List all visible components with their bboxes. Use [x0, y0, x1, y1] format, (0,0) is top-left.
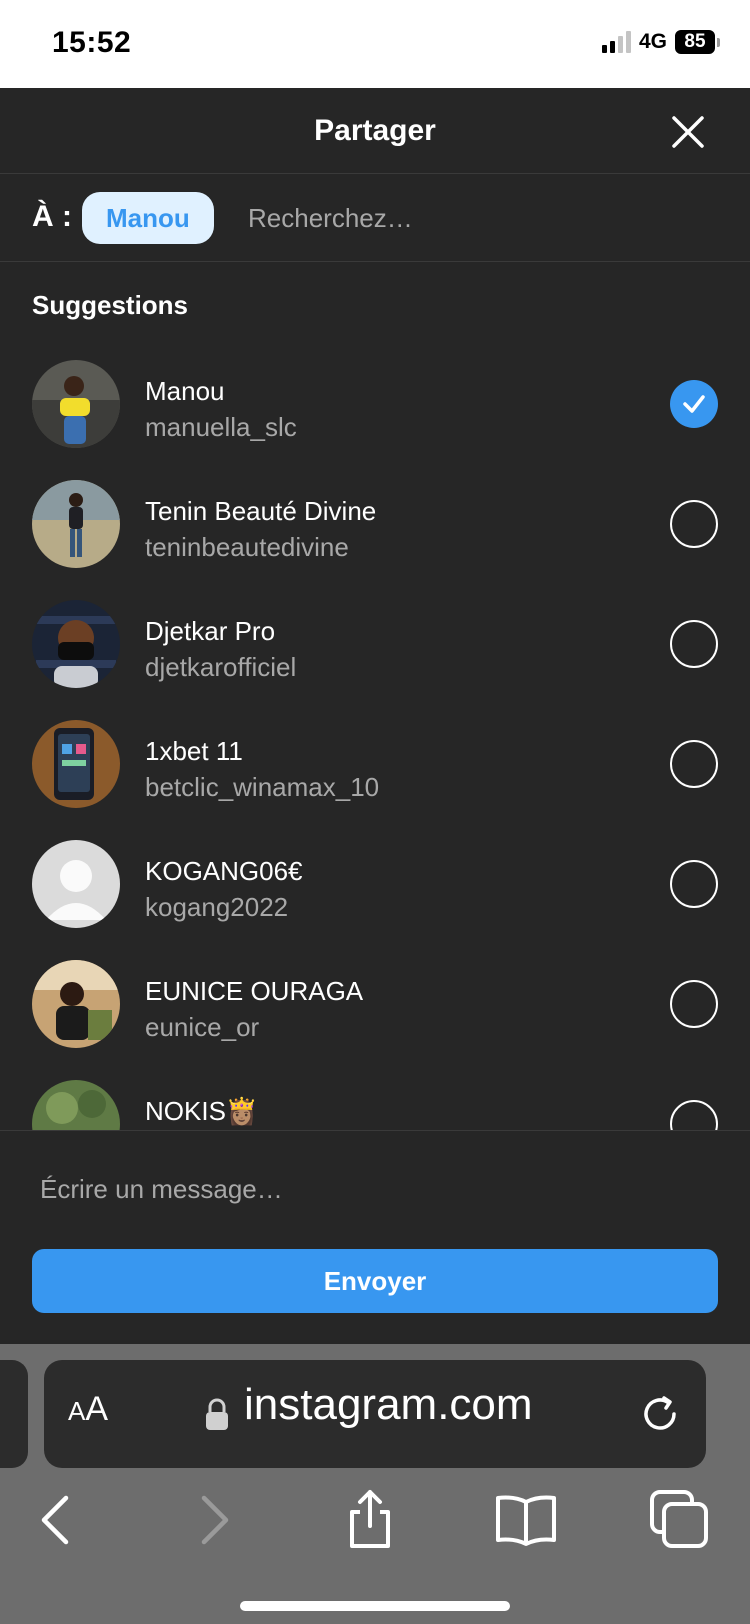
list-item[interactable]: 1xbet 11 betclic_winamax_10 [0, 710, 750, 830]
list-item[interactable]: NOKIS👸🏽 [0, 1070, 750, 1130]
home-indicator [240, 1601, 510, 1611]
avatar [32, 1080, 120, 1130]
list-item[interactable]: Tenin Beauté Divine teninbeautedivine [0, 470, 750, 590]
suggestions-heading: Suggestions [32, 290, 189, 320]
contact-name: 1xbet 11 [145, 736, 243, 766]
forward-icon[interactable] [180, 1488, 244, 1552]
url-text[interactable]: instagram.com [244, 1380, 533, 1430]
contact-handle: teninbeautedivine [145, 532, 349, 562]
cellular-signal-icon [601, 31, 631, 53]
share-icon[interactable] [338, 1488, 402, 1552]
share-header: Partager [0, 88, 750, 174]
avatar [32, 720, 120, 808]
url-bar[interactable]: AA instagram.com [44, 1360, 706, 1468]
list-item[interactable]: Manou manuella_slc [0, 350, 750, 470]
list-item[interactable]: KOGANG06€ kogang2022 [0, 830, 750, 950]
select-checkbox[interactable] [670, 1100, 718, 1130]
contact-name: NOKIS👸🏽 [145, 1096, 259, 1126]
contact-name: Manou [145, 376, 225, 406]
to-label: À : [32, 200, 72, 233]
bookmarks-icon[interactable] [494, 1488, 558, 1552]
browser-chrome: AA instagram.com [0, 1344, 750, 1624]
reload-icon[interactable] [636, 1390, 684, 1438]
contact-name: KOGANG06€ [145, 856, 303, 886]
contact-handle: manuella_slc [145, 412, 297, 442]
contact-handle: eunice_or [145, 1012, 260, 1042]
avatar [32, 600, 120, 688]
contact-handle: djetkarofficiel [145, 652, 297, 682]
page-title: Partager [314, 114, 436, 147]
select-checkbox[interactable] [670, 500, 718, 548]
contact-name: EUNICE OURAGA [145, 976, 364, 1006]
select-checkbox[interactable] [670, 980, 718, 1028]
contact-handle: kogang2022 [145, 892, 289, 922]
select-checkbox[interactable] [670, 740, 718, 788]
network-type: 4G [638, 30, 667, 53]
battery-level: 85 [675, 30, 715, 54]
aa-small-label: A [68, 1396, 86, 1426]
avatar [32, 360, 120, 448]
message-composer: Envoyer [0, 1130, 750, 1344]
status-indicators: 4G 85 [601, 30, 720, 54]
back-icon[interactable] [26, 1488, 90, 1552]
select-checkbox-checked[interactable] [670, 380, 718, 428]
reader-settings-button[interactable]: AA [68, 1390, 108, 1429]
select-checkbox[interactable] [670, 860, 718, 908]
lock-icon [206, 1398, 228, 1430]
recipients-row: À : Manou [0, 174, 750, 262]
avatar [32, 480, 120, 568]
battery-icon: 85 [675, 30, 720, 54]
select-checkbox[interactable] [670, 620, 718, 668]
close-icon[interactable] [670, 114, 706, 150]
recipient-search-input[interactable] [248, 198, 688, 238]
avatar [32, 960, 120, 1048]
list-item[interactable]: Djetkar Pro djetkarofficiel [0, 590, 750, 710]
suggestions-list[interactable]: Manou manuella_slc Tenin Beauté Divine t… [0, 350, 750, 1130]
previous-tab[interactable] [0, 1360, 28, 1468]
message-input[interactable] [40, 1167, 720, 1211]
send-button[interactable]: Envoyer [32, 1249, 718, 1313]
contact-name: Djetkar Pro [145, 616, 276, 646]
status-bar: 15:52 4G 85 [0, 0, 750, 88]
list-item[interactable]: EUNICE OURAGA eunice_or [0, 950, 750, 1070]
check-icon [683, 395, 705, 413]
selected-recipient-chip[interactable]: Manou [82, 192, 214, 244]
aa-large-label: A [85, 1390, 109, 1428]
status-time: 15:52 [52, 26, 132, 59]
tabs-icon[interactable] [648, 1488, 712, 1552]
contact-name: Tenin Beauté Divine [145, 496, 377, 526]
contact-handle: betclic_winamax_10 [145, 772, 380, 802]
default-avatar-icon [32, 840, 120, 928]
